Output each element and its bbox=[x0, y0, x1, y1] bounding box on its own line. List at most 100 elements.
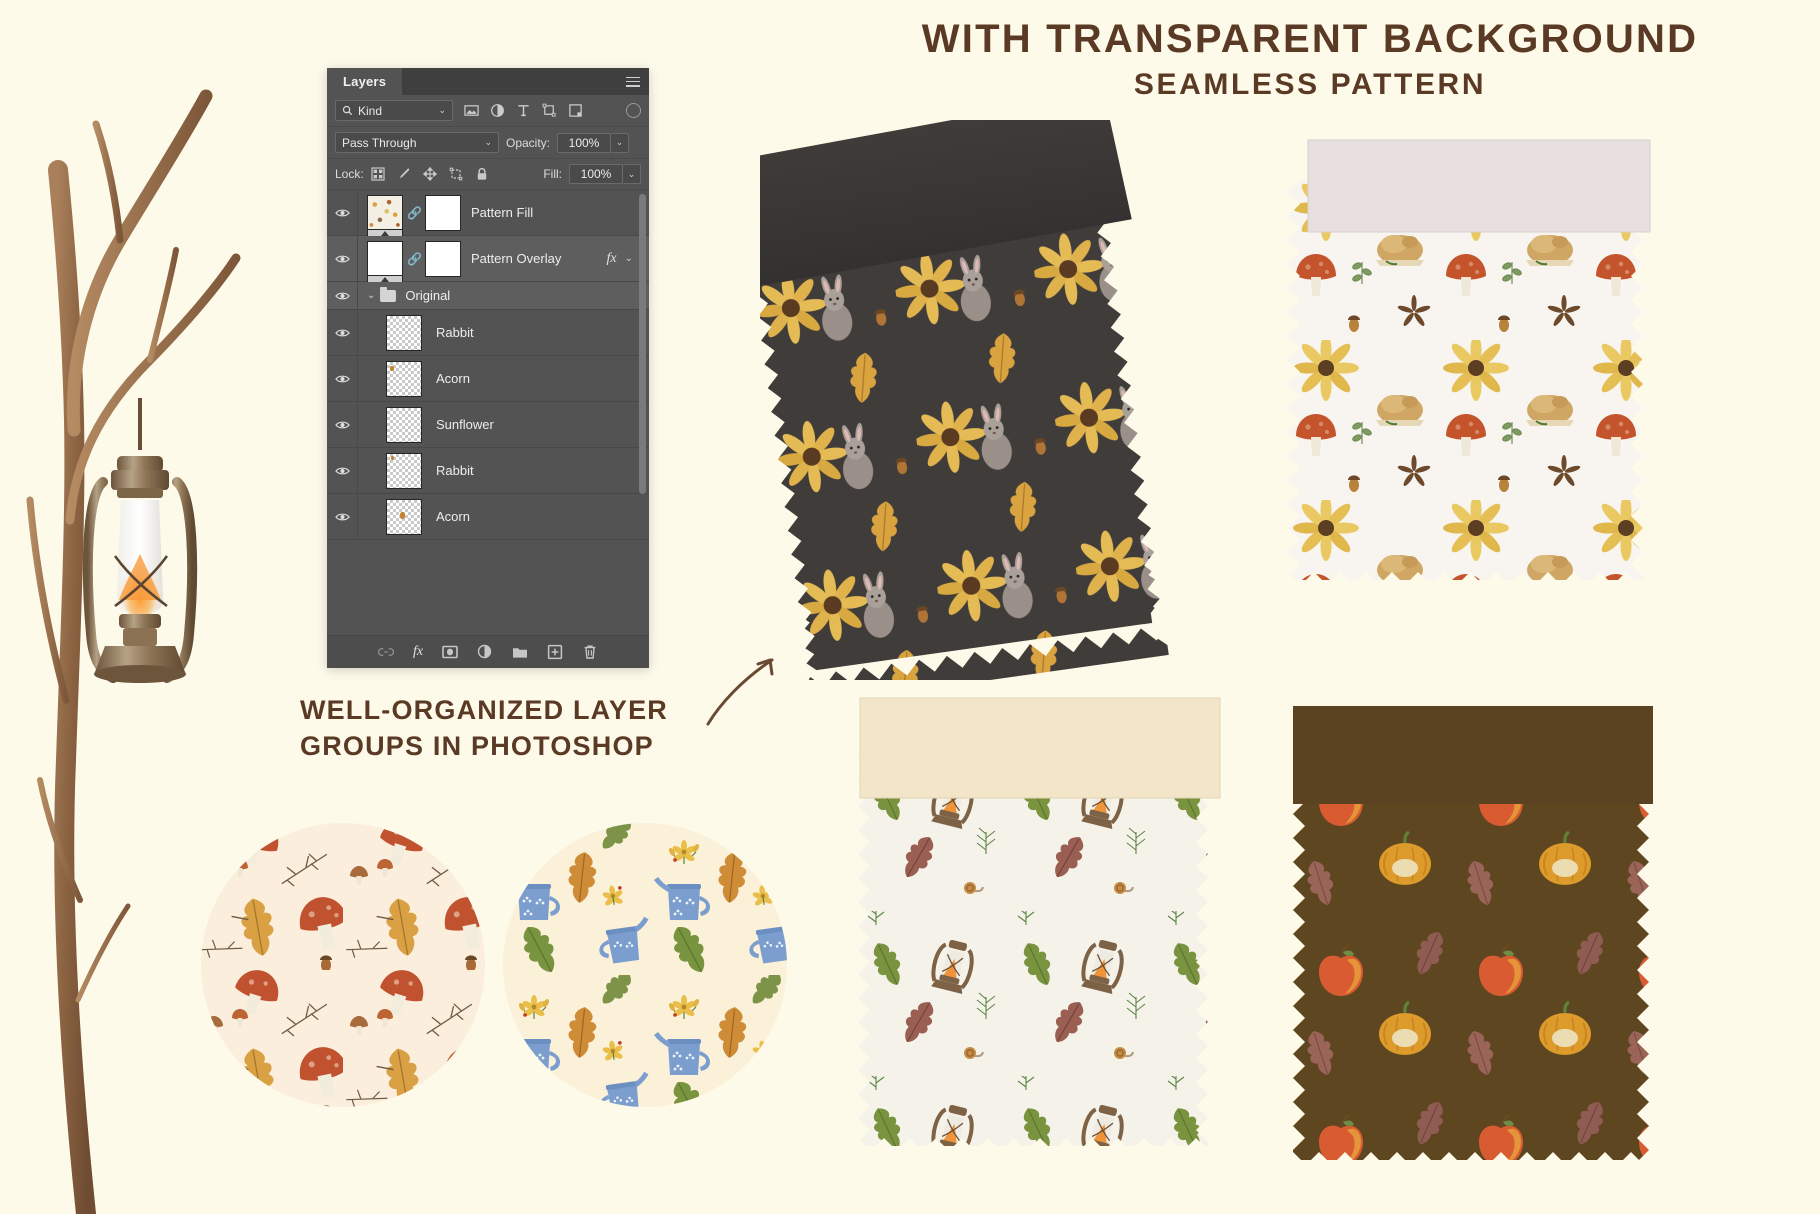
poster-canvas: Layers Kind ⌄ Pass Through ⌄ Opacity: 10… bbox=[0, 0, 1820, 1214]
smartobject-filter-icon[interactable] bbox=[568, 103, 583, 118]
fill-chevron-icon[interactable]: ⌄ bbox=[623, 164, 641, 184]
layer-visibility-toggle[interactable] bbox=[327, 512, 357, 522]
fx-icon[interactable]: fx bbox=[607, 251, 617, 267]
layer-name[interactable]: Sunflower bbox=[436, 417, 494, 432]
layer-filter-row: Kind ⌄ bbox=[327, 95, 649, 127]
fill-control[interactable]: 100% ⌄ bbox=[569, 164, 641, 184]
blend-mode-select[interactable]: Pass Through ⌄ bbox=[335, 132, 499, 153]
new-group-icon[interactable] bbox=[512, 644, 528, 660]
image-filter-icon[interactable] bbox=[464, 103, 479, 118]
lock-artboard-icon[interactable] bbox=[449, 167, 463, 181]
table-row[interactable]: 🔗 Pattern Fill bbox=[327, 190, 649, 240]
table-row[interactable]: Sunflower bbox=[327, 402, 649, 448]
layer-name[interactable]: Rabbit bbox=[436, 325, 474, 340]
chevron-down-icon[interactable]: ⌄ bbox=[484, 138, 492, 147]
chevron-down-icon[interactable]: ⌄ bbox=[625, 253, 633, 264]
layer-thumbnail[interactable] bbox=[386, 360, 422, 397]
filter-toggle-icon[interactable] bbox=[626, 103, 641, 118]
lock-icon-group bbox=[371, 167, 489, 181]
swatch-white-mushroom[interactable] bbox=[1280, 130, 1740, 630]
fabric-brown bbox=[1285, 754, 1657, 1184]
layer-thumbnail[interactable] bbox=[386, 452, 422, 489]
shape-filter-icon[interactable] bbox=[542, 103, 557, 118]
layer-mask-thumbnail[interactable] bbox=[425, 240, 461, 277]
group-expand-chevron-icon[interactable]: ⌄ bbox=[367, 290, 375, 301]
blend-mode-row: Pass Through ⌄ Opacity: 100% ⌄ bbox=[327, 127, 649, 159]
scrollbar[interactable] bbox=[639, 194, 646, 494]
opacity-value[interactable]: 100% bbox=[557, 132, 612, 153]
new-layer-icon[interactable] bbox=[547, 644, 563, 660]
layer-visibility-toggle[interactable] bbox=[327, 328, 357, 338]
layer-name[interactable]: Acorn bbox=[436, 509, 470, 524]
add-layer-style-icon[interactable]: fx bbox=[413, 644, 423, 660]
layer-visibility-toggle[interactable] bbox=[327, 254, 357, 264]
table-row[interactable]: 🔗 Pattern Overlay fx ⌄ bbox=[327, 236, 649, 286]
filter-icon-group bbox=[464, 103, 583, 118]
lock-transparency-icon[interactable] bbox=[371, 167, 385, 181]
eye-icon bbox=[334, 209, 350, 216]
layer-visibility-toggle[interactable] bbox=[327, 208, 357, 218]
table-row[interactable]: Acorn bbox=[327, 494, 649, 540]
swatch-dark-rabbit[interactable] bbox=[760, 120, 1230, 680]
divider bbox=[357, 494, 358, 539]
delete-layer-icon[interactable] bbox=[582, 644, 598, 660]
link-icon[interactable]: 🔗 bbox=[407, 206, 422, 220]
layer-name[interactable]: Pattern Fill bbox=[471, 205, 533, 220]
layer-visibility-toggle[interactable] bbox=[327, 420, 357, 430]
type-filter-icon[interactable] bbox=[516, 103, 531, 118]
layer-thumbnail[interactable] bbox=[386, 314, 422, 351]
eye-icon bbox=[334, 255, 350, 262]
panel-tab-bar: Layers bbox=[327, 68, 649, 95]
divider bbox=[357, 236, 358, 281]
filter-kind-select[interactable]: Kind ⌄ bbox=[335, 100, 453, 121]
panel-footer-toolbar: fx bbox=[327, 635, 649, 668]
lock-label: Lock: bbox=[335, 167, 364, 181]
layer-visibility-toggle[interactable] bbox=[327, 374, 357, 384]
caption-line-2: GROUPS IN PHOTOSHOP bbox=[300, 731, 654, 762]
table-row[interactable]: Acorn bbox=[327, 356, 649, 402]
layer-mask-thumbnail[interactable] bbox=[425, 194, 461, 231]
eye-icon bbox=[334, 467, 350, 474]
fill-label: Fill: bbox=[543, 167, 562, 181]
page-subtitle: SEAMLESS PATTERN bbox=[1133, 68, 1487, 101]
watercolor-lantern bbox=[82, 456, 198, 683]
lock-position-icon[interactable] bbox=[422, 167, 437, 181]
fill-value[interactable]: 100% bbox=[569, 164, 623, 184]
link-layers-icon[interactable] bbox=[377, 644, 394, 660]
lock-image-icon[interactable] bbox=[397, 167, 411, 181]
hamburger-menu-icon[interactable] bbox=[626, 76, 640, 87]
eye-icon bbox=[334, 513, 350, 520]
circle-teapot-pattern[interactable] bbox=[500, 820, 790, 1110]
layer-thumbnail[interactable] bbox=[367, 194, 403, 240]
opacity-chevron-icon[interactable]: ⌄ bbox=[611, 132, 630, 153]
tab-layers[interactable]: Layers bbox=[327, 68, 403, 95]
layer-thumbnail[interactable] bbox=[386, 406, 422, 443]
layer-thumbnail[interactable] bbox=[386, 498, 422, 535]
link-icon[interactable]: 🔗 bbox=[407, 252, 422, 266]
layer-name[interactable]: Acorn bbox=[436, 371, 470, 386]
table-row[interactable]: Rabbit bbox=[327, 448, 649, 494]
blend-mode-value: Pass Through bbox=[342, 135, 417, 150]
layer-name[interactable]: Pattern Overlay bbox=[471, 251, 561, 266]
swatch-cream-lantern[interactable] bbox=[850, 690, 1270, 1190]
table-row[interactable]: Rabbit bbox=[327, 310, 649, 356]
swatch-brown-pumpkin[interactable] bbox=[1285, 700, 1715, 1200]
lock-all-icon[interactable] bbox=[475, 167, 489, 181]
lock-row: Lock: Fill: 100% ⌄ bbox=[327, 159, 649, 190]
layer-visibility-toggle[interactable] bbox=[327, 291, 357, 301]
table-row[interactable]: ⌄ Original bbox=[327, 282, 649, 310]
layer-thumbnail[interactable] bbox=[367, 240, 403, 286]
caption-line-1: WELL-ORGANIZED LAYER bbox=[300, 695, 668, 725]
layer-visibility-toggle[interactable] bbox=[327, 466, 357, 476]
layer-name[interactable]: Rabbit bbox=[436, 463, 474, 478]
chevron-down-icon[interactable]: ⌄ bbox=[438, 106, 446, 115]
layer-group-name[interactable]: Original bbox=[405, 288, 450, 303]
new-adjustment-layer-icon[interactable] bbox=[477, 644, 493, 660]
photoshop-layers-panel[interactable]: Layers Kind ⌄ Pass Through ⌄ Opacity: 10… bbox=[327, 68, 649, 668]
add-layer-mask-icon[interactable] bbox=[442, 644, 458, 660]
circle-mushroom-pattern[interactable] bbox=[198, 820, 488, 1110]
layer-list[interactable]: 🔗 Pattern Fill 🔗 Pattern Overlay fx ⌄ ⌄ … bbox=[327, 190, 649, 635]
opacity-control[interactable]: 100% ⌄ bbox=[557, 132, 630, 153]
adjustment-filter-icon[interactable] bbox=[490, 103, 505, 118]
divider bbox=[357, 448, 358, 493]
